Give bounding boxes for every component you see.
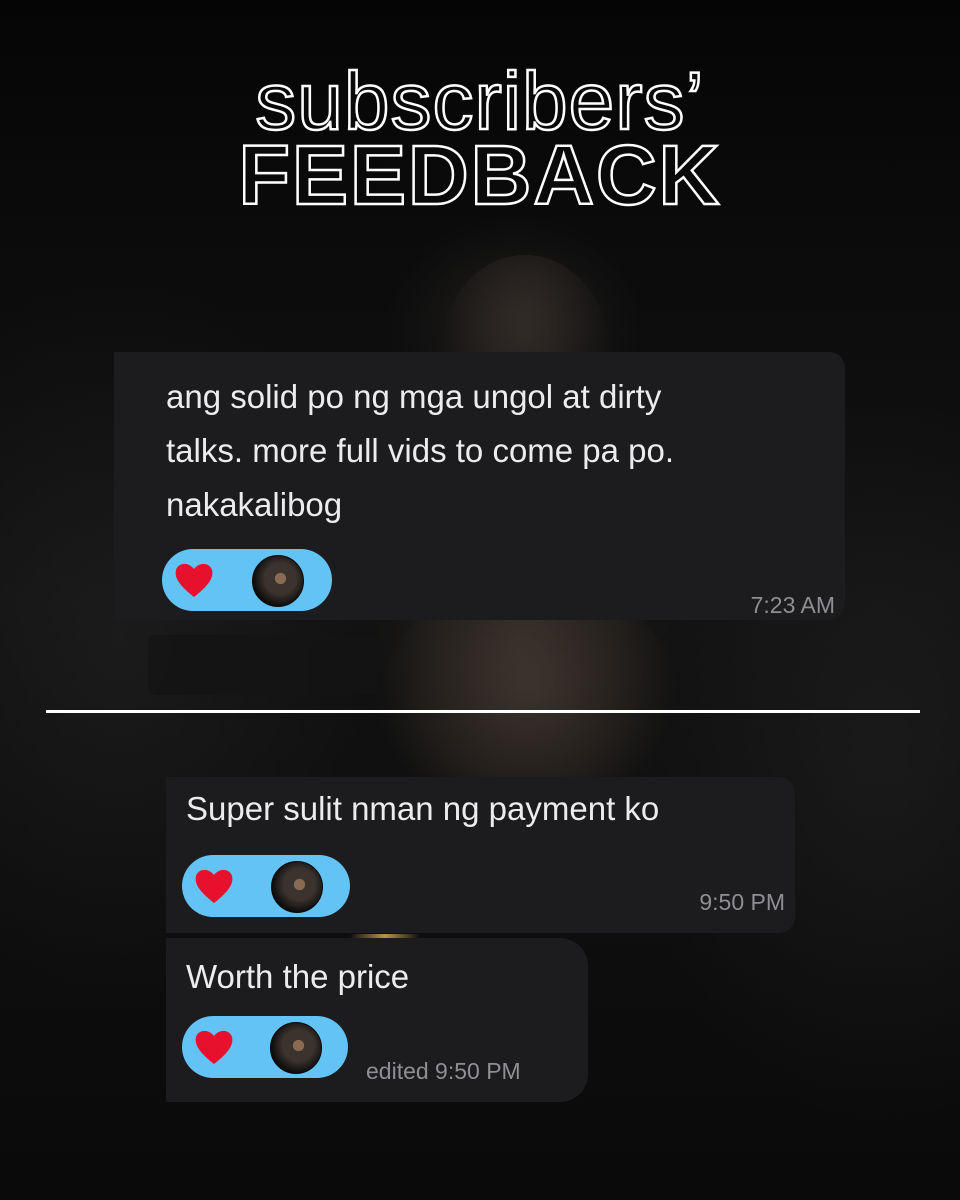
message-line: Worth the price (186, 958, 410, 995)
message-line: ang solid po ng mga ungol at dirty (166, 378, 662, 415)
section-divider (46, 710, 920, 713)
reaction-pill[interactable] (182, 1016, 348, 1078)
message-timestamp: 9:50 PM (699, 889, 785, 915)
reaction-pill[interactable] (182, 855, 350, 917)
message-timestamp: edited 9:50 PM (366, 1058, 521, 1084)
heart-icon (195, 1030, 233, 1064)
background-equipment (148, 635, 378, 695)
message-timestamp: 7:23 AM (750, 592, 835, 618)
message-bubble-3[interactable]: Worth the price edited 9:50 PM (166, 938, 588, 1102)
message-line: Super sulit nman ng payment ko (186, 790, 660, 827)
message-bubble-2[interactable]: Super sulit nman ng payment ko 9:50 PM (166, 777, 795, 933)
title-feedback: FEEDBACK (237, 128, 722, 222)
heart-icon (175, 563, 213, 597)
avatar[interactable] (271, 861, 323, 913)
message-bubble-1[interactable]: ang solid po ng mga ungol at dirty talks… (114, 352, 845, 620)
reaction-pill[interactable] (162, 549, 332, 611)
heart-icon (195, 869, 233, 903)
message-line: talks. more full vids to come pa po. (166, 432, 675, 469)
avatar[interactable] (270, 1022, 322, 1074)
message-line: nakakalibog (166, 486, 343, 523)
avatar[interactable] (252, 555, 304, 607)
